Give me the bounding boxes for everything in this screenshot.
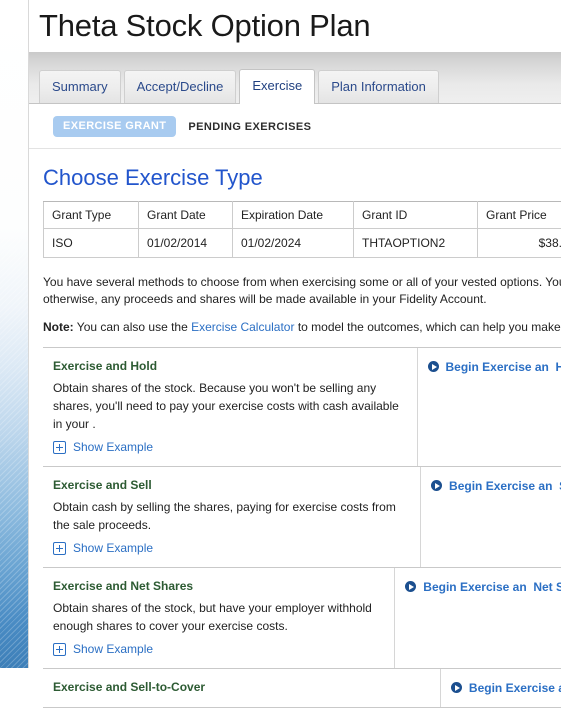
page-title: Theta Stock Option Plan: [39, 0, 561, 52]
method-description-exercise-and-sell: Exercise and Sell Obtain cash by selling…: [43, 467, 421, 567]
sub-navigation-bar: EXERCISE GRANT PENDING EXERCISES: [29, 104, 561, 149]
tab-accept-decline[interactable]: Accept/Decline: [124, 70, 237, 103]
method-description: Obtain cash by selling the shares, payin…: [53, 498, 408, 534]
tab-summary[interactable]: Summary: [39, 70, 121, 103]
cell-grant-price: $38.125: [478, 229, 561, 258]
list-item: Exercise and Hold Obtain shares of the s…: [43, 348, 561, 467]
grant-table-body: ISO 01/02/2014 01/02/2024 THTAOPTION2 $3…: [44, 229, 561, 258]
tab-plan-information[interactable]: Plan Information: [318, 70, 439, 103]
cell-grant-id: THTAOPTION2: [354, 229, 478, 258]
play-circle-icon: [431, 480, 442, 491]
method-title: Exercise and Sell-to-Cover: [53, 679, 428, 695]
begin-exercise-link[interactable]: Begin Exercise an Net Shares: [423, 578, 561, 596]
copy-paragraph-1: You have several methods to choose from …: [43, 274, 561, 291]
sub-navigation-list: EXERCISE GRANT PENDING EXERCISES: [53, 116, 561, 137]
note-label: Note:: [43, 320, 74, 334]
method-title: Exercise and Hold: [53, 358, 405, 374]
begin-exercise-link[interactable]: Begin Exercise an Hold: [446, 358, 561, 376]
method-action-exercise-and-hold[interactable]: Begin Exercise an Hold: [418, 348, 561, 466]
tab-list: Summary Accept/Decline Exercise Plan Inf…: [39, 52, 561, 103]
play-circle-icon: [428, 361, 439, 372]
cell-grant-date: 01/02/2014: [139, 229, 233, 258]
cell-expiration-date: 01/02/2024: [233, 229, 354, 258]
section-title: Choose Exercise Type: [43, 165, 561, 191]
method-title: Exercise and Net Shares: [53, 578, 382, 594]
copy-note: Note: You can also use the Exercise Calc…: [43, 319, 561, 336]
page-container: Theta Stock Option Plan Summary Accept/D…: [29, 0, 561, 668]
begin-exercise-link[interactable]: Begin Exercise an: [469, 679, 561, 697]
method-action-exercise-and-net-shares[interactable]: Begin Exercise an Net Shares: [395, 568, 561, 668]
title-bar: Theta Stock Option Plan: [29, 0, 561, 52]
exercise-calculator-link[interactable]: Exercise Calculator: [191, 320, 294, 334]
show-example-label: Show Example: [73, 440, 153, 454]
method-description-exercise-and-net-shares: Exercise and Net Shares Obtain shares of…: [43, 568, 395, 668]
note-text-before: You can also use the: [74, 320, 191, 334]
plus-icon: [53, 441, 66, 454]
col-grant-type: Grant Type: [44, 202, 139, 229]
show-example-label: Show Example: [73, 642, 153, 656]
note-text-after: to model the outcomes, which can help yo…: [294, 320, 561, 334]
copy-paragraph-1-continued: otherwise, any proceeds and shares will …: [43, 291, 561, 308]
plus-icon: [53, 542, 66, 555]
method-action-exercise-and-sell[interactable]: Begin Exercise an Sell: [421, 467, 561, 567]
grant-table-header-row: Grant Type Grant Date Expiration Date Gr…: [44, 202, 561, 229]
main-content: Choose Exercise Type Grant Type Grant Da…: [29, 149, 561, 708]
col-expiration-date: Expiration Date: [233, 202, 354, 229]
method-description-exercise-and-sell-to-cover: Exercise and Sell-to-Cover: [43, 669, 441, 707]
plus-icon: [53, 643, 66, 656]
subnav-item-pending-exercises[interactable]: PENDING EXERCISES: [188, 121, 311, 133]
exercise-methods-list: Exercise and Hold Obtain shares of the s…: [43, 347, 561, 708]
tab-bar: Summary Accept/Decline Exercise Plan Inf…: [29, 52, 561, 104]
informational-copy: You have several methods to choose from …: [43, 258, 561, 336]
show-example-toggle[interactable]: Show Example: [53, 642, 382, 656]
show-example-toggle[interactable]: Show Example: [53, 541, 408, 555]
grant-table-head: Grant Type Grant Date Expiration Date Gr…: [44, 202, 561, 229]
left-strip-divider: [28, 0, 29, 668]
grant-details-table: Grant Type Grant Date Expiration Date Gr…: [43, 201, 561, 258]
cell-grant-type: ISO: [44, 229, 139, 258]
tab-exercise[interactable]: Exercise: [239, 69, 315, 104]
copy-line-1: You have several methods to choose from …: [43, 275, 561, 289]
show-example-label: Show Example: [73, 541, 153, 555]
list-item: Exercise and Net Shares Obtain shares of…: [43, 568, 561, 669]
list-item: Exercise and Sell Obtain cash by selling…: [43, 467, 561, 568]
method-description-exercise-and-hold: Exercise and Hold Obtain shares of the s…: [43, 348, 418, 466]
copy-line-2: otherwise, any proceeds and shares will …: [43, 292, 487, 306]
col-grant-id: Grant ID: [354, 202, 478, 229]
method-description: Obtain shares of the stock. Because you …: [53, 379, 405, 433]
show-example-toggle[interactable]: Show Example: [53, 440, 405, 454]
list-item: Exercise and Sell-to-Cover Begin Exercis…: [43, 669, 561, 708]
method-action-exercise-and-sell-to-cover[interactable]: Begin Exercise an: [441, 669, 561, 707]
subnav-item-exercise-grant[interactable]: EXERCISE GRANT: [53, 116, 176, 137]
col-grant-price: Grant Price: [478, 202, 561, 229]
play-circle-icon: [405, 581, 416, 592]
col-grant-date: Grant Date: [139, 202, 233, 229]
table-row: ISO 01/02/2014 01/02/2024 THTAOPTION2 $3…: [44, 229, 561, 258]
begin-exercise-link[interactable]: Begin Exercise an Sell: [449, 477, 561, 495]
method-title: Exercise and Sell: [53, 477, 408, 493]
method-description: Obtain shares of the stock, but have you…: [53, 599, 382, 635]
left-decorative-gradient-strip: [0, 0, 28, 668]
play-circle-icon: [451, 682, 462, 693]
